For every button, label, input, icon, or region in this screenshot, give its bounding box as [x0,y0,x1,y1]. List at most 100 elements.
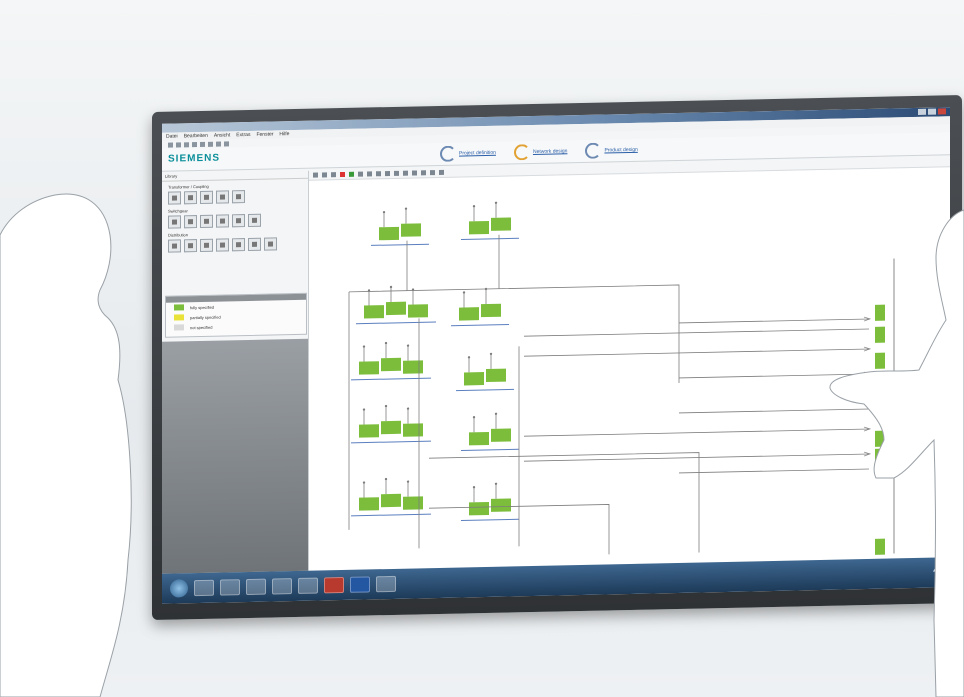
busbar-label-line [371,243,429,246]
switchgear-block[interactable] [379,226,399,241]
taskbar-app[interactable] [350,576,370,593]
taskbar-app[interactable] [246,578,266,596]
library-tile[interactable] [216,214,229,228]
library-tile[interactable] [216,238,229,252]
legend-swatch [174,304,184,311]
feeder-node [362,481,366,484]
pointer-icon[interactable] [313,172,318,178]
grid-icon[interactable] [331,172,336,178]
switchgear-block[interactable] [403,423,423,437]
switchgear-block[interactable] [469,220,489,235]
switchgear-block[interactable] [408,304,428,318]
menu-item-help[interactable]: Hilfe [279,131,289,137]
taskbar-app[interactable] [220,579,240,596]
feeder-node [362,345,366,348]
zoom-out-icon[interactable] [412,170,417,176]
menu-item-file[interactable]: Datei [166,133,178,139]
switchgear-block[interactable] [359,424,379,438]
switchgear-block[interactable] [491,428,511,442]
menu-item-tools[interactable]: Extras [236,132,250,138]
library-tile[interactable] [264,237,277,251]
nav-project-definition[interactable]: Project definition [440,145,496,162]
switchgear-block[interactable] [469,501,489,516]
progress-arc-icon [513,144,530,161]
print-icon[interactable] [192,141,197,147]
start-button[interactable] [170,579,188,598]
switchgear-block[interactable] [491,498,511,512]
redo-icon[interactable] [208,141,213,147]
feeder-node [389,285,393,289]
library-tile[interactable] [232,238,245,252]
nav-product-design[interactable]: Product design [585,142,638,159]
cable-line [349,284,680,383]
save-icon[interactable] [184,141,189,147]
menu-item-window[interactable]: Fenster [256,131,273,137]
connect-icon[interactable] [394,170,399,176]
library-tile[interactable] [168,191,181,205]
switchgear-block[interactable] [381,493,401,508]
settings-icon[interactable] [224,140,229,146]
library-tile[interactable] [232,190,245,204]
run-icon[interactable] [349,171,354,177]
align-icon[interactable] [385,171,390,177]
new-icon[interactable] [168,142,173,148]
taskbar-app[interactable] [298,577,318,594]
switchgear-block[interactable] [364,305,384,319]
switchgear-block[interactable] [464,372,484,386]
zoom-in-icon[interactable] [403,170,408,176]
progress-arc-icon [440,145,456,162]
stop-icon[interactable] [340,171,345,178]
layers-icon[interactable] [430,170,435,176]
copy-icon[interactable] [367,171,372,177]
library-tile[interactable] [200,190,213,204]
menu-item-view[interactable]: Ansicht [214,132,230,138]
nav-label: Product design [604,146,638,154]
library-tile[interactable] [200,214,213,228]
library-tile[interactable] [168,239,181,253]
feeder-node [406,480,410,483]
feeder-node [406,344,410,347]
switchgear-block[interactable] [381,420,401,435]
switchgear-block[interactable] [459,307,479,321]
person-silhouette-right [829,209,964,697]
library-tile[interactable] [248,213,261,227]
workflow-nav: Project definition Network design Produc… [440,142,638,162]
switchgear-block[interactable] [359,497,379,511]
taskbar-app[interactable] [272,578,292,595]
library-tile[interactable] [248,237,261,251]
library-tile[interactable] [168,215,181,229]
switchgear-block[interactable] [486,368,506,383]
library-tile[interactable] [232,214,245,228]
switchgear-block[interactable] [359,361,379,375]
switchgear-block[interactable] [491,217,511,231]
switchgear-block[interactable] [481,303,501,318]
taskbar-app[interactable] [376,575,396,593]
menu-item-edit[interactable]: Bearbeiten [184,133,208,140]
undo-icon[interactable] [200,141,205,147]
taskbar-app[interactable] [194,579,214,597]
cut-icon[interactable] [358,171,363,177]
busbar-label-line [461,237,519,241]
nav-label: Project definition [459,149,496,157]
switchgear-block[interactable] [401,223,421,237]
paste-icon[interactable] [376,171,381,177]
library-tile[interactable] [184,239,197,253]
open-icon[interactable] [176,141,181,147]
switchgear-block[interactable] [403,360,423,374]
switchgear-block[interactable] [386,301,406,316]
library-tile[interactable] [184,191,197,205]
switchgear-block[interactable] [469,431,489,446]
switchgear-block[interactable] [381,357,401,372]
library-tile[interactable] [184,215,197,229]
switchgear-block[interactable] [403,496,423,510]
taskbar-app[interactable] [324,576,344,594]
select-icon[interactable] [322,172,327,178]
zoom-icon[interactable] [216,141,221,147]
fit-icon[interactable] [421,170,426,176]
cable-line [524,428,869,437]
legend-label: partially specified [190,314,221,320]
library-tile[interactable] [216,190,229,204]
library-tile[interactable] [200,238,213,252]
export-icon[interactable] [439,169,444,175]
nav-network-design[interactable]: Network design [513,143,567,161]
